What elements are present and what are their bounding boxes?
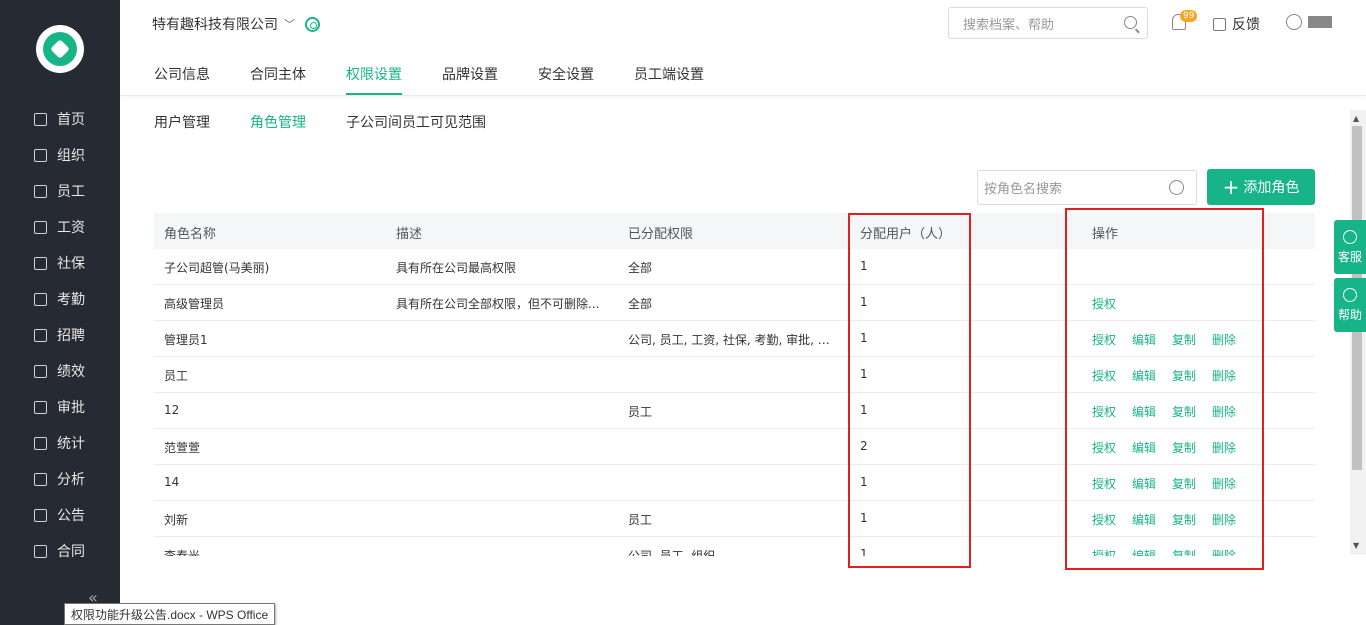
sidebar: 首页 组织 员工 工资 社保 考勤 招聘 绩效 审批 统计 分析 公告 合同 « — [0, 0, 120, 625]
sidebar-item-performance[interactable]: 绩效 — [34, 361, 85, 381]
cell-role-name: 12 — [164, 403, 180, 417]
tab-contract-entity[interactable]: 合同主体 — [250, 64, 306, 84]
org-icon — [34, 148, 47, 162]
cell-role-name: 子公司超管(马美丽) — [164, 261, 270, 275]
settings-tabs: 公司信息 合同主体 权限设置 品牌设置 安全设置 员工端设置 — [120, 48, 1366, 96]
taskbar-tooltip: 权限功能升级公告.docx - WPS Office — [64, 603, 276, 625]
cell-role-name: 刘新 — [164, 513, 189, 527]
notice-icon — [34, 508, 47, 522]
user-menu[interactable] — [1286, 14, 1332, 30]
cell-role-name: 高级管理员 — [164, 297, 225, 311]
cell-role-name: 14 — [164, 475, 180, 489]
tab-brand[interactable]: 品牌设置 — [442, 64, 498, 84]
tab-employee-client[interactable]: 员工端设置 — [634, 64, 704, 84]
subtab-user-management[interactable]: 用户管理 — [154, 112, 210, 132]
salary-icon — [34, 220, 47, 234]
company-selector[interactable]: 特有趣科技有限公司 ﹀ — [152, 14, 320, 34]
sidebar-item-contract[interactable]: 合同 — [34, 541, 85, 561]
sidebar-item-home[interactable]: 首页 — [34, 109, 85, 129]
subtab-role-management[interactable]: 角色管理 — [250, 112, 306, 132]
notification-badge: 99 — [1180, 10, 1198, 22]
feedback-button[interactable]: 反馈 — [1213, 14, 1260, 34]
compass-icon — [1343, 287, 1357, 302]
search-icon[interactable] — [1169, 180, 1184, 195]
user-icon — [1286, 14, 1302, 30]
sidebar-item-stats[interactable]: 统计 — [34, 433, 85, 453]
help-button[interactable]: 帮助 — [1334, 278, 1366, 332]
tab-permissions[interactable]: 权限设置 — [346, 64, 402, 95]
sidebar-item-employee[interactable]: 员工 — [34, 181, 85, 201]
gear-icon[interactable] — [305, 16, 320, 32]
cell-permissions: 公司, 员工, 工资, 社保, 考勤, 审批, 招... — [628, 333, 840, 347]
employee-icon — [34, 184, 47, 198]
side-float-panel: 客服 帮助 — [1334, 220, 1366, 336]
column-header-name: 角色名称 — [164, 227, 217, 242]
column-header-permissions: 已分配权限 — [628, 227, 694, 242]
global-search-input[interactable]: 搜索档案、帮助 — [948, 7, 1148, 39]
tab-security[interactable]: 安全设置 — [538, 64, 594, 84]
home-icon — [34, 112, 47, 126]
sidebar-item-attendance[interactable]: 考勤 — [34, 289, 85, 309]
bar-chart-icon — [34, 436, 47, 450]
sidebar-item-approval[interactable]: 审批 — [34, 397, 85, 417]
headset-icon — [1343, 229, 1357, 244]
calendar-icon — [34, 292, 47, 306]
cell-description: 具有所在公司最高权限 — [396, 261, 517, 275]
recruit-icon — [34, 328, 47, 342]
highlight-users-column — [848, 213, 971, 568]
search-icon[interactable] — [1124, 16, 1137, 29]
sidebar-item-social[interactable]: 社保 — [34, 253, 85, 273]
sidebar-item-notice[interactable]: 公告 — [34, 505, 85, 525]
cell-role-name: 员工 — [164, 369, 189, 383]
analysis-icon — [34, 472, 47, 486]
app-logo[interactable] — [36, 25, 84, 73]
cell-description: 具有所在公司全部权限，但不可删除... — [396, 297, 600, 311]
cell-permissions: 全部 — [628, 261, 653, 275]
column-header-desc: 描述 — [396, 227, 423, 242]
top-bar: 特有趣科技有限公司 ﹀ 搜索档案、帮助 99 反馈 — [120, 0, 1366, 48]
cell-role-name: 李春光 — [164, 549, 201, 556]
cell-permissions: 员工 — [628, 513, 653, 527]
highlight-actions-column — [1065, 208, 1264, 570]
user-name-redacted — [1308, 16, 1332, 28]
sidebar-item-org[interactable]: 组织 — [34, 145, 85, 165]
customer-service-button[interactable]: 客服 — [1334, 220, 1366, 274]
edit-icon — [1213, 17, 1226, 31]
tab-company-info[interactable]: 公司信息 — [154, 64, 210, 84]
role-search-input[interactable]: 按角色名搜索 — [977, 170, 1197, 205]
scroll-down-icon[interactable]: ▼ — [1353, 541, 1359, 550]
cell-role-name: 管理员1 — [164, 333, 208, 347]
cell-permissions: 公司, 员工, 组织 — [628, 549, 716, 556]
stamp-icon — [34, 400, 47, 414]
sidebar-item-analysis[interactable]: 分析 — [34, 469, 85, 489]
plus-icon: + — [1222, 175, 1240, 199]
subtab-subsidiary-visibility[interactable]: 子公司间员工可见范围 — [346, 112, 486, 132]
cell-permissions: 员工 — [628, 405, 653, 419]
add-role-button[interactable]: + 添加角色 — [1207, 169, 1315, 205]
chevron-down-icon: ﹀ — [284, 18, 295, 31]
chart-line-icon — [34, 364, 47, 378]
sidebar-item-recruit[interactable]: 招聘 — [34, 325, 85, 345]
shield-icon — [34, 256, 47, 270]
cell-role-name: 范萱萱 — [164, 441, 201, 455]
contract-icon — [34, 544, 47, 558]
cell-permissions: 全部 — [628, 297, 653, 311]
scroll-up-icon[interactable]: ▲ — [1353, 114, 1359, 123]
sidebar-item-salary[interactable]: 工资 — [34, 217, 85, 237]
